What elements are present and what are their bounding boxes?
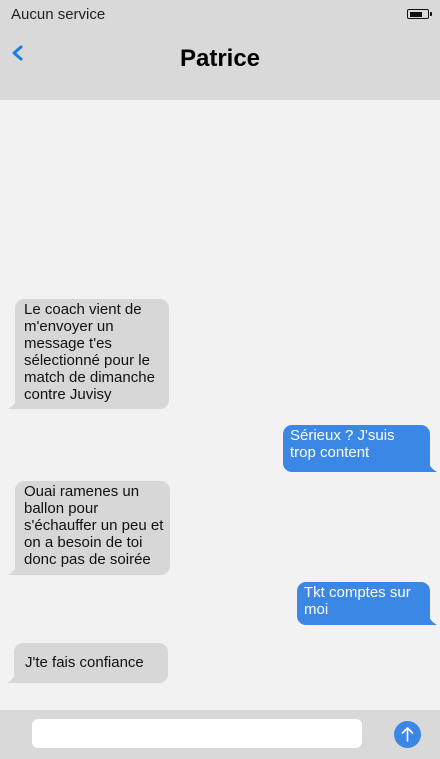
carrier-status: Aucun service — [11, 6, 106, 23]
bubble-tail — [7, 669, 23, 683]
message-text: Ouai ramenes un ballon pour s'échauffer … — [24, 483, 164, 568]
message-bubble: Tkt comptes sur moi — [297, 582, 437, 625]
bubble-tail — [8, 395, 24, 409]
bubble-tail — [421, 458, 437, 472]
message-thread: Le coach vient de m'envoyer un message t… — [0, 100, 440, 710]
message-text: Tkt comptes sur moi — [304, 584, 411, 618]
battery-level — [410, 11, 422, 17]
message-text: J'te fais confiance — [25, 654, 144, 671]
contact-name: Patrice — [179, 45, 261, 72]
send-button[interactable] — [394, 721, 421, 748]
message-bubble: Le coach vient de m'envoyer un message t… — [8, 299, 169, 409]
bubble-tail — [8, 561, 24, 575]
battery-icon — [407, 9, 432, 19]
message-bubble: Sérieux ? J'suis trop content — [283, 425, 437, 472]
arrow-up-icon — [401, 727, 414, 742]
navigation-bar: Aucun service Patrice — [0, 0, 440, 100]
message-bubble: J'te fais confiance — [7, 643, 168, 683]
bubble-tail — [421, 611, 437, 625]
message-text: Sérieux ? J'suis trop content — [290, 427, 395, 461]
message-text: Le coach vient de m'envoyer un message t… — [24, 301, 155, 403]
message-input[interactable] — [32, 719, 362, 748]
message-bubble: Ouai ramenes un ballon pour s'échauffer … — [8, 481, 170, 575]
composer-bar — [0, 710, 440, 759]
